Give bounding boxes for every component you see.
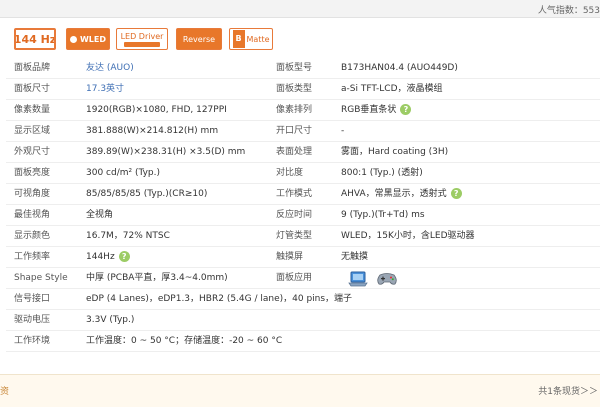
spec-value: 800:1 (Typ.) (透射) xyxy=(341,168,423,178)
spec-label: 触摸屏 xyxy=(276,252,304,262)
spec-value: 389.89(W)×238.31(H) ×3.5(D) mm xyxy=(86,147,246,157)
spec-value-wrap: AHVA，常黑显示，透射式? xyxy=(341,184,600,204)
bulb-icon xyxy=(69,35,77,43)
popularity-index: 人气指数：553 xyxy=(537,6,600,16)
spec-label: 面板尺寸 xyxy=(14,84,51,94)
help-icon[interactable]: ? xyxy=(400,104,412,115)
reverse-badge: Reverse xyxy=(176,28,222,50)
spec-label: 显示区域 xyxy=(14,126,51,136)
spec-row: 面板亮度 300 cd/m² (Typ.) 对比度 800:1 (Typ.) (… xyxy=(6,163,600,184)
spec-label: 外观尺寸 xyxy=(14,147,51,157)
laptop-icon[interactable] xyxy=(348,271,368,287)
spec-row: 信号接口 eDP (4 Lanes)，eDP1.3，HBR2 (5.4G / l… xyxy=(6,289,600,310)
spec-label: 面板亮度 xyxy=(14,168,51,178)
refresh-rate-badge: 144 Hz xyxy=(14,28,56,50)
spec-row: 像素数量 1920(RGB)×1080, FHD, 127PPI 像素排列 RG… xyxy=(6,100,600,121)
led-driver-badge: LED Driver xyxy=(116,28,168,50)
brand-link[interactable]: 友达 (AUO) xyxy=(86,58,276,78)
spec-value: 144Hz xyxy=(86,252,115,262)
spec-value: 3.3V (Typ.) xyxy=(86,315,135,325)
stock-link[interactable]: 共1条现货＞＞ xyxy=(538,384,598,397)
spec-label: 表面处理 xyxy=(276,147,313,157)
spec-value-wrap: 144Hz? xyxy=(86,247,276,267)
spec-label: 最佳视角 xyxy=(14,210,51,220)
spec-label: 像素排列 xyxy=(276,105,313,115)
spec-label: 信号接口 xyxy=(14,294,51,304)
spec-row: 工作频率 144Hz? 触摸屏 无触摸 xyxy=(6,247,600,268)
spec-row: Shape Style 中厚 (PCBA平直，厚3.4~4.0mm) 面板应用 xyxy=(6,268,600,289)
spec-value: 1920(RGB)×1080, FHD, 127PPI xyxy=(86,105,227,115)
spec-row: 面板尺寸 17.3英寸 面板类型 a-Si TFT-LCD，液晶模组 xyxy=(6,79,600,100)
spec-label: 面板品牌 xyxy=(14,63,51,73)
footer-label: 资 xyxy=(0,387,10,397)
stock-footer: 资 共1条现货＞＞ xyxy=(0,374,600,407)
help-icon[interactable]: ? xyxy=(118,251,130,262)
spec-value: 中厚 (PCBA平直，厚3.4~4.0mm) xyxy=(86,273,228,283)
gamepad-icon[interactable] xyxy=(376,272,398,286)
spec-row: 面板品牌 友达 (AUO) 面板型号 B173HAN04.4 (AUO449D) xyxy=(6,58,600,79)
spec-label: 显示颜色 xyxy=(14,231,51,241)
spec-row: 外观尺寸 389.89(W)×238.31(H) ×3.5(D) mm 表面处理… xyxy=(6,142,600,163)
matte-badge: B Matte xyxy=(229,28,273,50)
spec-value: 全视角 xyxy=(86,210,114,220)
spec-value: 300 cd/m² (Typ.) xyxy=(86,168,160,178)
spec-label: 反应时间 xyxy=(276,210,313,220)
spec-value: B173HAN04.4 (AUO449D) xyxy=(341,63,458,73)
spec-value: a-Si TFT-LCD，液晶模组 xyxy=(341,84,443,94)
spec-label: 工作环境 xyxy=(14,336,51,346)
spec-label: 面板应用 xyxy=(276,273,313,283)
spec-value: 无触摸 xyxy=(341,252,369,262)
spec-label: 灯管类型 xyxy=(276,231,313,241)
spec-value: AHVA，常黑显示，透射式 xyxy=(341,189,447,199)
spec-label: 工作频率 xyxy=(14,252,51,262)
spec-value: - xyxy=(341,126,345,136)
spec-label: 开口尺寸 xyxy=(276,126,313,136)
spec-value: 9 (Typ.)(Tr+Td) ms xyxy=(341,210,425,220)
spec-label: Shape Style xyxy=(14,273,68,283)
spec-label: 工作模式 xyxy=(276,189,313,199)
spec-row: 可视角度 85/85/85/85 (Typ.)(CR≥10) 工作模式 AHVA… xyxy=(6,184,600,205)
spec-value: 工作温度：0 ~ 50 °C；存储温度：-20 ~ 60 °C xyxy=(86,336,283,346)
spec-value: 雾面，Hard coating (3H) xyxy=(341,147,449,157)
help-icon[interactable]: ? xyxy=(450,188,462,199)
spec-label: 驱动电压 xyxy=(14,315,51,325)
spec-label: 可视角度 xyxy=(14,189,51,199)
spec-label: 面板型号 xyxy=(276,63,313,73)
spec-label: 像素数量 xyxy=(14,105,51,115)
spec-row: 驱动电压 3.3V (Typ.) xyxy=(6,310,600,331)
spec-label: 面板类型 xyxy=(276,84,313,94)
spec-value: 16.7M，72% NTSC xyxy=(86,231,170,241)
spec-row: 工作环境 工作温度：0 ~ 50 °C；存储温度：-20 ~ 60 °C xyxy=(6,331,600,352)
spec-value: WLED，15K小时，含LED驱动器 xyxy=(341,231,475,241)
spec-row: 显示颜色 16.7M，72% NTSC 灯管类型 WLED，15K小时，含LED… xyxy=(6,226,600,247)
spec-value: RGB垂直条状 xyxy=(341,105,397,115)
spec-label: 对比度 xyxy=(276,168,304,178)
size-link[interactable]: 17.3英寸 xyxy=(86,79,276,99)
spec-value: eDP (4 Lanes)，eDP1.3，HBR2 (5.4G / lane)，… xyxy=(86,294,353,304)
top-bar: 人气指数：553 xyxy=(0,0,600,18)
spec-row: 最佳视角 全视角 反应时间 9 (Typ.)(Tr+Td) ms xyxy=(6,205,600,226)
spec-row: 显示区域 381.888(W)×214.812(H) mm 开口尺寸 - xyxy=(6,121,600,142)
spec-value-wrap: RGB垂直条状? xyxy=(341,100,600,120)
spec-value: 381.888(W)×214.812(H) mm xyxy=(86,126,219,136)
spec-value: 85/85/85/85 (Typ.)(CR≥10) xyxy=(86,189,208,199)
wled-badge: WLED xyxy=(66,28,110,50)
